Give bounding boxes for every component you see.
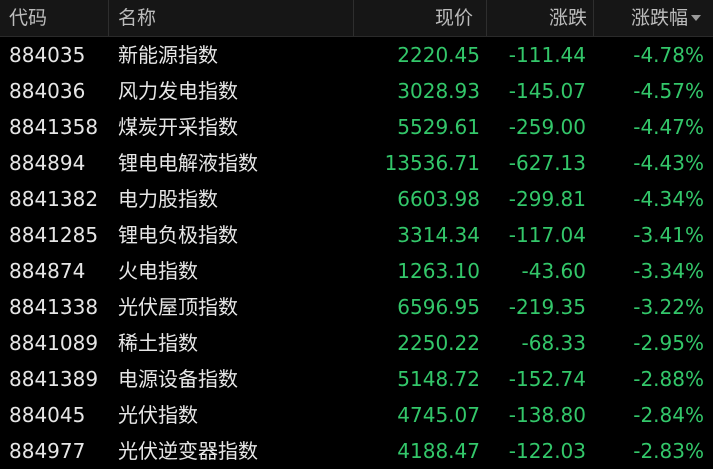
current-price: 2250.22 [397,331,480,355]
table-row[interactable]: 8841382 电力股指数 6603.98 -299.81 -4.34% [0,181,713,217]
price-change: -145.07 [508,79,586,103]
index-name: 锂电电解液指数 [118,151,258,175]
index-name: 锂电负极指数 [118,223,238,247]
price-change: -138.80 [508,403,586,427]
column-divider [108,0,109,36]
table-row[interactable]: 884894 锂电电解液指数 13536.71 -627.13 -4.43% [0,145,713,181]
index-name: 光伏指数 [118,403,198,427]
index-name: 煤炭开采指数 [118,115,238,139]
change-percent: -4.78% [633,43,704,67]
index-name: 电力股指数 [118,187,218,211]
table-body: 884035 新能源指数 2220.45 -111.44 -4.78% 8840… [0,37,713,469]
index-code: 8841382 [9,187,99,211]
column-header-change-percent-label: 涨跌幅 [630,7,688,29]
index-code: 884035 [9,43,86,67]
current-price: 4188.47 [397,439,480,463]
change-percent: -4.43% [633,151,704,175]
table-row[interactable]: 884977 光伏逆变器指数 4188.47 -122.03 -2.83% [0,433,713,469]
current-price: 3314.34 [397,223,480,247]
table-row[interactable]: 884036 风力发电指数 3028.93 -145.07 -4.57% [0,73,713,109]
table-row[interactable]: 8841389 电源设备指数 5148.72 -152.74 -2.88% [0,361,713,397]
current-price: 1263.10 [397,259,480,283]
change-percent: -4.47% [633,115,704,139]
table-row[interactable]: 8841358 煤炭开采指数 5529.61 -259.00 -4.47% [0,109,713,145]
change-percent: -4.57% [633,79,704,103]
table-row[interactable]: 8841338 光伏屋顶指数 6596.95 -219.35 -3.22% [0,289,713,325]
column-divider [486,0,487,36]
price-change: -219.35 [508,295,586,319]
change-percent: -3.34% [633,259,704,283]
index-code: 8841089 [9,331,99,355]
current-price: 6596.95 [397,295,480,319]
table-row[interactable]: 884874 火电指数 1263.10 -43.60 -3.34% [0,253,713,289]
change-percent: -3.22% [633,295,704,319]
index-code: 8841338 [9,295,99,319]
price-change: -259.00 [508,115,586,139]
index-name: 电源设备指数 [118,367,238,391]
price-change: -299.81 [508,187,586,211]
current-price: 6603.98 [397,187,480,211]
column-header-change-percent[interactable]: 涨跌幅 [631,0,701,36]
price-change: -122.03 [508,439,586,463]
index-code: 884045 [9,403,86,427]
current-price: 5529.61 [397,115,480,139]
index-code: 8841389 [9,367,99,391]
price-change: -627.13 [508,151,586,175]
index-name: 稀土指数 [118,331,198,355]
change-percent: -2.84% [633,403,704,427]
index-code: 884874 [9,259,86,283]
change-percent: -3.41% [633,223,704,247]
index-code: 884977 [9,439,86,463]
column-divider [593,0,594,36]
index-code: 8841358 [9,115,99,139]
index-code: 884036 [9,79,86,103]
table-row[interactable]: 884035 新能源指数 2220.45 -111.44 -4.78% [0,37,713,73]
column-header-code[interactable]: 代码 [9,0,47,36]
change-percent: -2.95% [633,331,704,355]
price-change: -68.33 [521,331,586,355]
change-percent: -2.88% [633,367,704,391]
price-change: -111.44 [508,43,586,67]
index-name: 光伏逆变器指数 [118,439,258,463]
column-header-price[interactable]: 现价 [435,0,473,36]
table-row[interactable]: 8841285 锂电负极指数 3314.34 -117.04 -3.41% [0,217,713,253]
price-change: -117.04 [508,223,586,247]
index-name: 新能源指数 [118,43,218,67]
index-code: 884894 [9,151,86,175]
index-name: 风力发电指数 [118,79,238,103]
index-name: 光伏屋顶指数 [118,295,238,319]
current-price: 5148.72 [397,367,480,391]
index-code: 8841285 [9,223,99,247]
current-price: 3028.93 [397,79,480,103]
column-header-name[interactable]: 名称 [118,0,156,36]
current-price: 4745.07 [397,403,480,427]
table-header: 代码 名称 现价 涨跌 涨跌幅 [0,0,713,37]
table-row[interactable]: 884045 光伏指数 4745.07 -138.80 -2.84% [0,397,713,433]
index-name: 火电指数 [118,259,198,283]
change-percent: -2.83% [633,439,704,463]
change-percent: -4.34% [633,187,704,211]
index-quote-table: 代码 名称 现价 涨跌 涨跌幅 884035 新能源指数 2220.45 -11… [0,0,713,468]
price-change: -43.60 [521,259,586,283]
column-divider [353,0,354,36]
table-row[interactable]: 8841089 稀土指数 2250.22 -68.33 -2.95% [0,325,713,361]
price-change: -152.74 [508,367,586,391]
current-price: 2220.45 [397,43,480,67]
current-price: 13536.71 [384,151,480,175]
column-header-change[interactable]: 涨跌 [549,0,587,36]
sort-descending-icon [691,14,701,21]
